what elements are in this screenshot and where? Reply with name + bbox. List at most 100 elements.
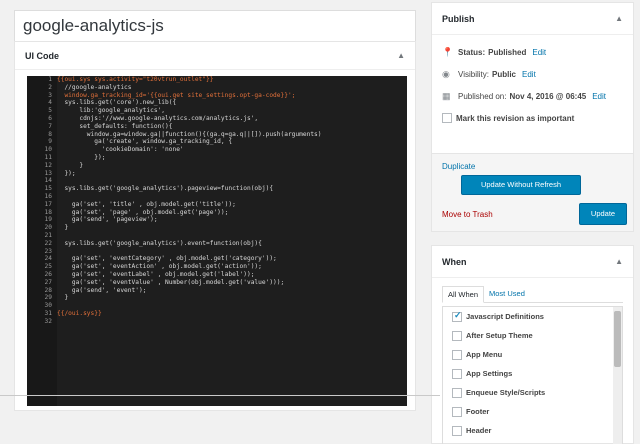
code-editor[interactable]: 1 {{oui.sys sys.activity="t20vtrun_outlet… [27, 76, 407, 406]
code-line: 12 } [27, 162, 407, 170]
visibility-value: Public [491, 69, 516, 79]
when-item[interactable]: Footer [443, 402, 622, 421]
when-item[interactable]: App Menu [443, 345, 622, 364]
line-number: 1 [48, 76, 52, 83]
tab-most-used[interactable]: Most Used [484, 286, 530, 302]
when-item-checkbox[interactable] [452, 349, 462, 360]
visibility-label: Visibility: [458, 69, 489, 79]
code-line: 18 ga('set', 'page' , obj.model.get('pag… [27, 209, 407, 217]
code-text: {{/oui.sys}} [57, 309, 102, 317]
status-edit-link[interactable]: Edit [532, 48, 546, 57]
code-line: 23 [27, 248, 407, 256]
when-item[interactable]: After Setup Theme [443, 326, 622, 345]
code-line: 30 [27, 302, 407, 310]
line-number: 2 [48, 83, 52, 91]
move-to-trash-link[interactable]: Move to Trash [442, 210, 493, 219]
line-number: 22 [44, 239, 52, 247]
mark-revision-checkbox[interactable] [442, 113, 452, 123]
code-text: //google-analytics [57, 83, 132, 91]
line-number: 17 [44, 200, 52, 208]
when-item-checkbox[interactable] [452, 406, 462, 417]
scrollbar[interactable] [613, 307, 622, 444]
code-line: 8 window.ga=window.ga||function(){(ga.q=… [27, 131, 407, 139]
status-row: 📍 Status: Published Edit [432, 41, 633, 63]
code-line: 32 [27, 318, 407, 326]
when-item[interactable]: Header [443, 421, 622, 440]
collapse-icon[interactable]: ▲ [397, 51, 405, 60]
code-line: 13 }); [27, 170, 407, 178]
visibility-edit-link[interactable]: Edit [522, 70, 536, 79]
code-line: 31 {{/oui.sys}} [27, 310, 407, 318]
code-line: 4 sys.libs.get('core').new_lib({ [27, 99, 407, 107]
code-text: ga('set', 'eventCategory' , obj.model.ge… [57, 255, 277, 263]
when-header[interactable]: When ▲ [432, 246, 633, 278]
code-text: ga('create', window.ga_tracking_id, { [57, 138, 233, 146]
update-button[interactable]: Update [579, 203, 627, 225]
line-number: 29 [44, 294, 52, 302]
line-number: 6 [48, 114, 52, 122]
collapse-icon[interactable]: ▲ [615, 14, 623, 23]
post-title-input[interactable] [14, 10, 416, 42]
code-text: sys.libs.get('google_analytics').event=f… [57, 239, 262, 247]
line-number: 25 [44, 263, 52, 271]
code-line: 19 ga('send', 'pageview'); [27, 216, 407, 224]
when-item-checkbox[interactable] [452, 368, 462, 379]
collapse-icon[interactable]: ▲ [615, 257, 623, 266]
when-panel: When ▲ All When Most Used Javascript Def… [431, 245, 634, 444]
ui-code-metabox: UI Code ▲ 1 {{oui.sys sys.activity="t20vt… [14, 41, 416, 411]
when-item-checkbox[interactable] [452, 425, 462, 436]
update-without-refresh-button[interactable]: Update Without Refresh [461, 175, 581, 195]
ui-code-header[interactable]: UI Code ▲ [15, 42, 415, 70]
publish-title: Publish [442, 13, 475, 24]
published-on-row: ▦ Published on: Nov 4, 2016 @ 06:45 Edit [432, 85, 633, 107]
line-number: 12 [44, 161, 52, 169]
publish-header[interactable]: Publish ▲ [432, 3, 633, 35]
when-item-checkbox[interactable] [452, 387, 462, 398]
tab-all-when[interactable]: All When [442, 286, 485, 303]
line-number: 3 [48, 91, 52, 99]
line-number: 5 [48, 107, 52, 115]
when-title: When [442, 256, 467, 267]
eye-icon: ◉ [442, 68, 450, 79]
code-text: sys.libs.get('google_analytics').pagevie… [57, 185, 274, 193]
code-line: 3 window.ga_tracking_id='{{oui.get site_… [27, 92, 407, 100]
line-number: 21 [44, 231, 52, 239]
mark-revision-label: Mark this revision as important [456, 113, 575, 123]
ui-code-title: UI Code [25, 50, 60, 61]
published-on-edit-link[interactable]: Edit [592, 92, 606, 101]
when-item-checkbox[interactable] [452, 310, 462, 322]
line-number: 19 [44, 216, 52, 224]
line-number: 31 [44, 309, 52, 317]
code-text: } [57, 224, 69, 232]
when-checklist: Javascript Definitions After Setup Theme A… [442, 306, 623, 444]
code-line: 27 ga('set', 'eventValue' , Number(obj.m… [27, 279, 407, 287]
publish-actions: Duplicate Update Without Refresh Move to… [431, 154, 634, 232]
line-number: 13 [44, 169, 52, 177]
status-label: Status: [458, 47, 486, 57]
duplicate-link[interactable]: Duplicate [442, 162, 475, 171]
line-number: 24 [44, 255, 52, 263]
mark-revision-row[interactable]: Mark this revision as important [432, 107, 633, 129]
when-item-label: App Settings [466, 369, 513, 378]
when-item[interactable]: Javascript Definitions [443, 307, 622, 326]
when-item-checkbox[interactable] [452, 330, 462, 341]
line-number: 18 [44, 208, 52, 216]
code-line: 26 ga('set', 'eventLabel' , obj.model.ge… [27, 271, 407, 279]
code-line: 22 sys.libs.get('google_analytics').even… [27, 240, 407, 248]
status-value: Published [488, 47, 527, 57]
code-text: window.ga=window.ga||function(){(ga.q=ga… [57, 130, 322, 138]
scrollbar-thumb[interactable] [614, 311, 621, 367]
code-line: 1 {{oui.sys sys.activity="t20vtrun_outlet… [27, 76, 407, 84]
code-line: 17 ga('set', 'title' , obj.model.get('ti… [27, 201, 407, 209]
line-number: 32 [44, 317, 52, 325]
code-line: 6 cdnjs:'//www.google-analytics.com/anal… [27, 115, 407, 123]
code-text: ga('set', 'eventAction' , obj.model.get(… [57, 263, 262, 271]
line-number: 27 [44, 278, 52, 286]
divider-line [0, 395, 440, 396]
code-line: 21 [27, 232, 407, 240]
when-item[interactable]: App Settings [443, 364, 622, 383]
when-item[interactable]: Enqueue Style/Scripts [443, 383, 622, 402]
code-line: 29 } [27, 294, 407, 302]
code-text: ga('set', 'eventLabel' , obj.model.get('… [57, 270, 255, 278]
code-line: 15 sys.libs.get('google_analytics').page… [27, 185, 407, 193]
